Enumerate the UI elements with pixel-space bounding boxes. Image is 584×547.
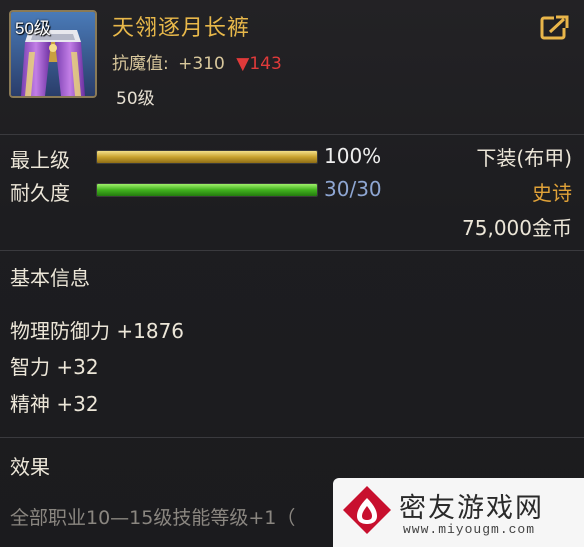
magic-resist-value: +310 (178, 54, 225, 74)
basic-info-title: 基本信息 (10, 266, 90, 290)
durability-bar (96, 183, 318, 197)
grade-value: 100% (324, 144, 382, 168)
divider-1 (0, 134, 584, 135)
grade-label: 最上级 (10, 148, 70, 172)
stat-line-spirit: 精神 +32 (10, 392, 99, 416)
rarity-label: 史诗 (532, 181, 572, 205)
stat-line-intelligence: 智力 +32 (10, 355, 99, 379)
watermark-title: 密友游戏网 (399, 493, 544, 523)
stat-line-physical-defense: 物理防御力 +1876 (10, 319, 185, 343)
durability-label: 耐久度 (10, 181, 70, 205)
sell-price: 75,000金币 (462, 216, 572, 240)
magic-resist-decrease: ▼143 (236, 54, 282, 74)
share-export-icon[interactable] (540, 14, 570, 40)
required-level: 50级 (116, 89, 155, 109)
grade-bar-fill (97, 151, 317, 163)
watermark-banner: 密友游戏网 www.miyougm.com (333, 478, 584, 547)
watermark-url: www.miyougm.com (403, 522, 536, 537)
item-name: 天翎逐月长裤 (112, 16, 251, 41)
item-tooltip-panel: 50级 天翎逐月长裤 抗魔值: +310 ▼143 50级 最上级 100% 耐… (0, 0, 584, 547)
effect-title: 效果 (10, 455, 50, 479)
magic-resist-row: 抗魔值: +310 ▼143 (112, 49, 282, 74)
divider-2 (0, 250, 584, 251)
miyou-logo-icon (341, 484, 393, 536)
equipment-type: 下装(布甲) (476, 146, 572, 170)
durability-value: 30/30 (324, 177, 382, 201)
magic-resist-label: 抗魔值: (112, 54, 169, 74)
pants-item-icon: 50级 (9, 10, 97, 98)
grade-bar (96, 150, 318, 164)
divider-3 (0, 437, 584, 438)
effect-text: 全部职业10—15级技能等级+1（ (10, 507, 296, 529)
icon-level-badge: 50级 (15, 19, 51, 38)
durability-bar-fill (97, 184, 317, 196)
